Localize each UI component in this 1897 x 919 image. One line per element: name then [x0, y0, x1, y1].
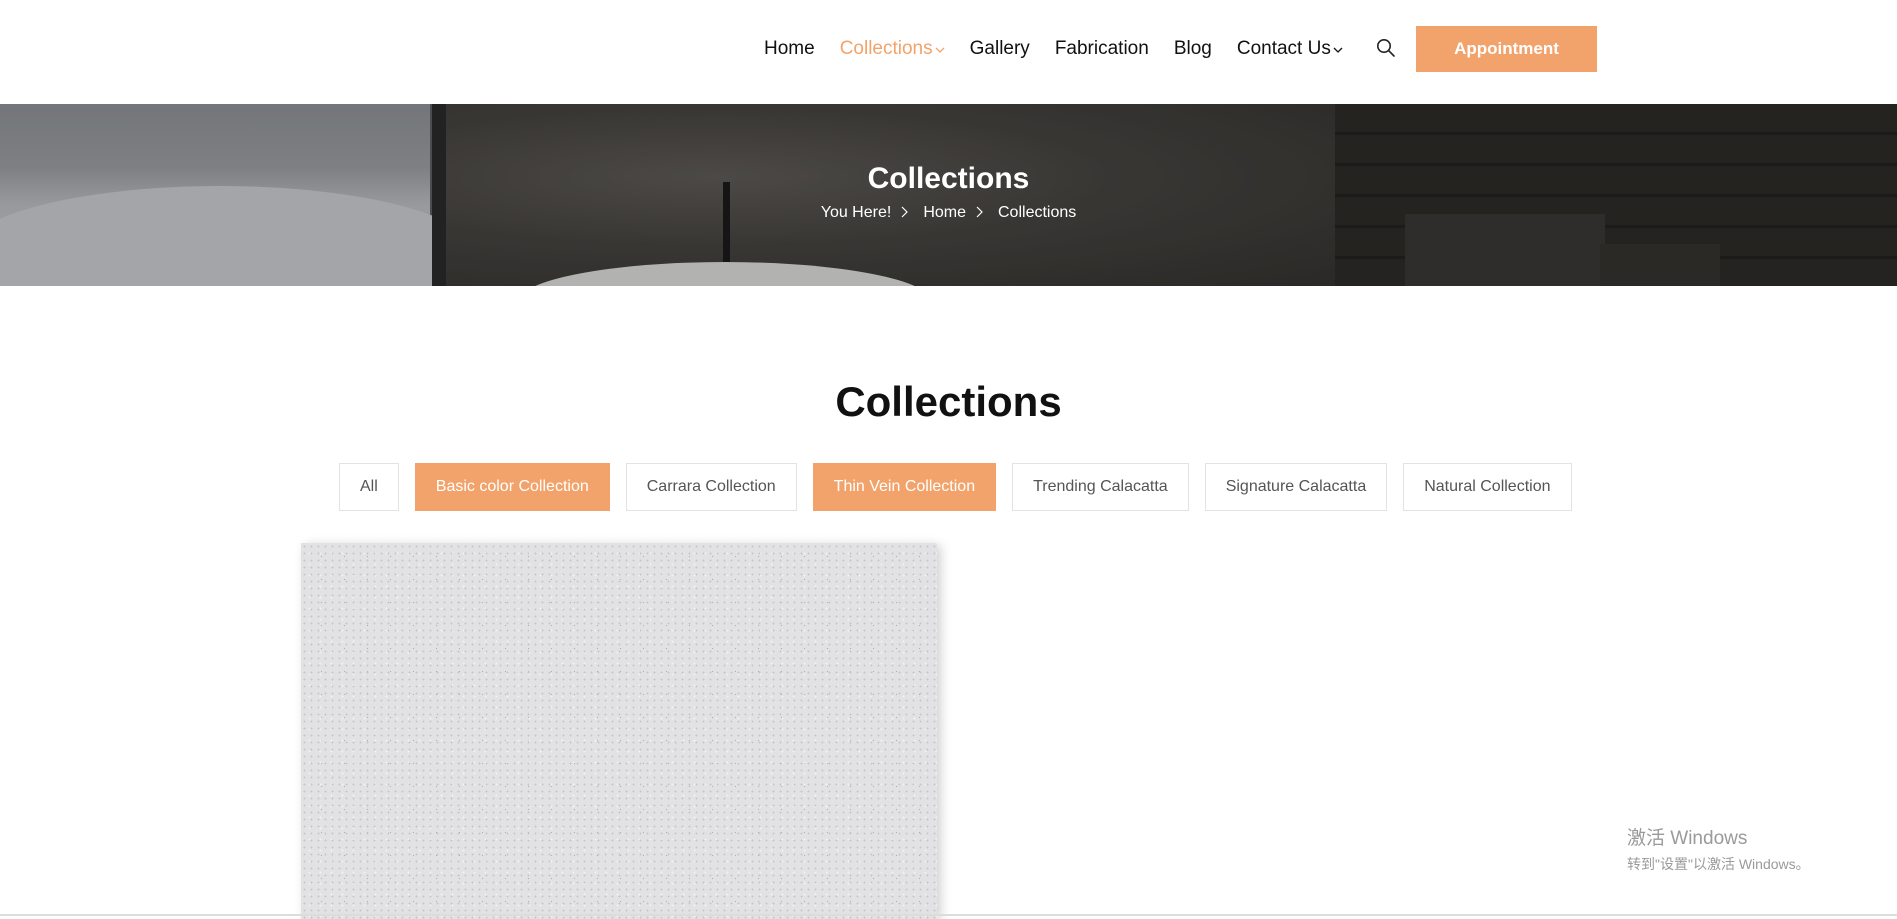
breadcrumb-home-link[interactable]: Home — [923, 204, 966, 222]
nav-item-blog[interactable]: Blog — [1174, 38, 1212, 60]
appointment-button[interactable]: Appointment — [1416, 26, 1597, 72]
filter-signature-calacatta[interactable]: Signature Calacatta — [1204, 463, 1388, 511]
collection-filters: All Basic color Collection Carrara Colle… — [339, 463, 1572, 511]
windows-activation-watermark: 激活 Windows 转到"设置"以激活 Windows。 — [1627, 823, 1810, 874]
nav-item-label: Collections — [839, 38, 933, 59]
chevron-down-icon — [935, 45, 945, 57]
nav-item-contact-us[interactable]: Contact Us — [1237, 38, 1343, 60]
nav-item-fabrication[interactable]: Fabrication — [1055, 38, 1149, 60]
product-texture — [301, 543, 937, 919]
filter-trending-calacatta[interactable]: Trending Calacatta — [1012, 463, 1189, 511]
chevron-right-icon — [976, 206, 984, 221]
page: Home Collections Gallery Fabrication Blo… — [0, 0, 1897, 919]
filter-natural[interactable]: Natural Collection — [1403, 463, 1572, 511]
nav-item-collections[interactable]: Collections — [840, 38, 945, 60]
breadcrumb-prefix: You Here! — [820, 204, 892, 221]
chevron-right-icon — [901, 206, 909, 221]
search-icon[interactable] — [1376, 38, 1396, 58]
breadcrumb: You Here! Home Collections — [0, 204, 1897, 222]
filter-basic-color[interactable]: Basic color Collection — [414, 463, 610, 511]
nav-item-label: Contact Us — [1236, 38, 1331, 59]
product-image[interactable] — [301, 543, 937, 919]
filter-all[interactable]: All — [339, 463, 399, 511]
site-header: Home Collections Gallery Fabrication Blo… — [0, 0, 1897, 104]
bottom-divider — [0, 914, 1897, 916]
nav-item-label: Blog — [1173, 38, 1212, 59]
nav-item-home[interactable]: Home — [764, 38, 815, 60]
chevron-down-icon — [1333, 45, 1343, 57]
nav-item-gallery[interactable]: Gallery — [970, 38, 1030, 60]
filter-thin-vein[interactable]: Thin Vein Collection — [812, 463, 997, 511]
section-title: Collections — [835, 378, 1062, 425]
watermark-line-1: 激活 Windows — [1627, 828, 1748, 849]
breadcrumb-current: Collections — [998, 204, 1077, 221]
watermark-line-2: 转到"设置"以激活 Windows。 — [1627, 856, 1810, 872]
hero-title: Collections — [867, 162, 1030, 195]
hero-banner: Collections You Here! Home Collections — [0, 104, 1897, 286]
nav-item-label: Home — [764, 38, 815, 59]
main-nav: Home Collections Gallery Fabrication Blo… — [764, 36, 1368, 62]
filter-carrara[interactable]: Carrara Collection — [625, 463, 797, 511]
nav-item-label: Gallery — [969, 38, 1030, 59]
nav-item-label: Fabrication — [1054, 38, 1149, 59]
